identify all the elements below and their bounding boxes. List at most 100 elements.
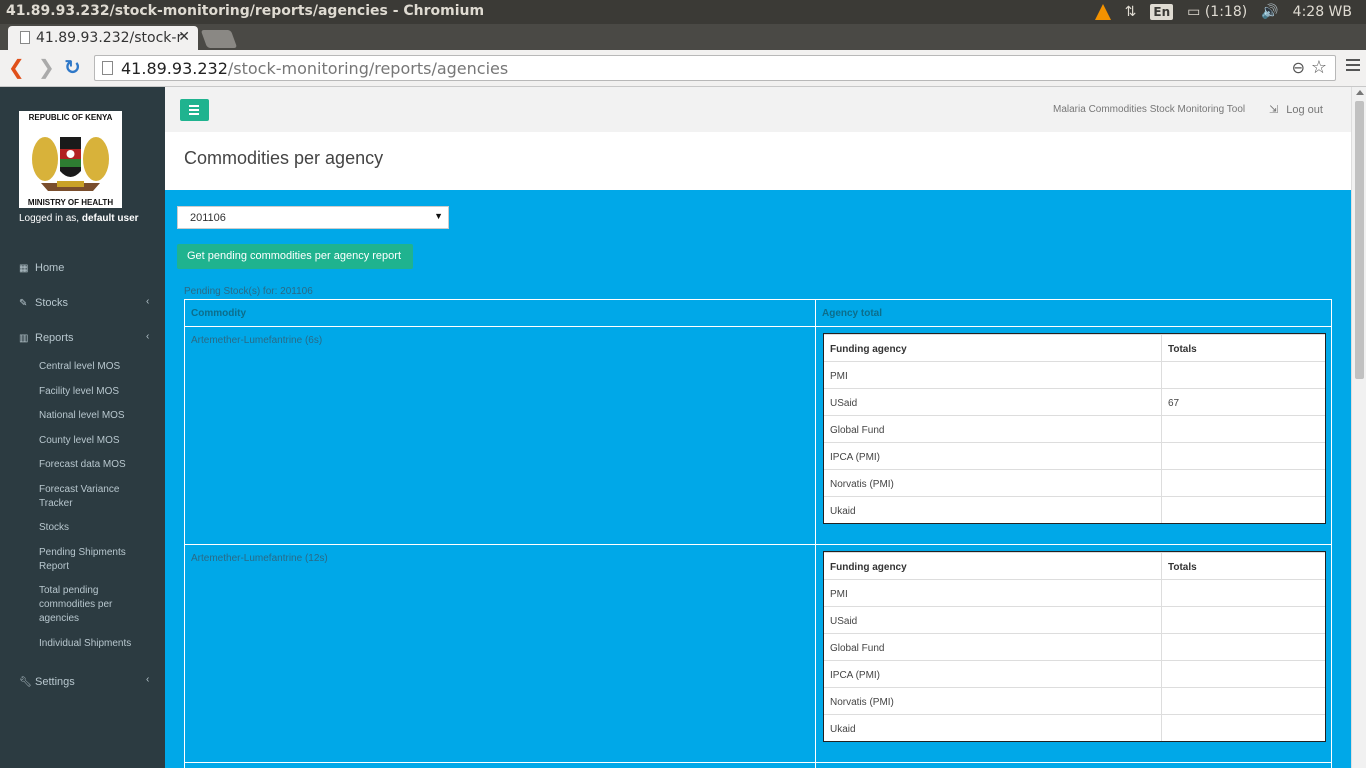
agency-row: Norvatis (PMI) (824, 687, 1325, 714)
address-bar[interactable]: 41.89.93.232/stock-monitoring/reports/ag… (94, 55, 1336, 81)
agency-row: IPCA (PMI) (824, 442, 1325, 469)
volume-icon[interactable]: 🔊 (1261, 4, 1278, 20)
period-select[interactable]: 201106 ▼ (177, 206, 449, 229)
sign-out-icon: ⇲ (1269, 104, 1279, 116)
forward-icon[interactable]: ❯ (38, 57, 55, 77)
sub-head-totals: Totals (1168, 344, 1197, 355)
logged-user: default user (81, 213, 139, 224)
agency-name: Norvatis (PMI) (830, 479, 894, 490)
new-tab-button[interactable] (200, 30, 238, 48)
sidebar-link-national-mos[interactable]: National level MOS (39, 409, 144, 423)
sidebar: REPUBLIC OF KENYA MINISTRY OF HEALTH Log… (0, 87, 165, 768)
logout-link[interactable]: ⇲ Log out (1269, 103, 1323, 116)
sidebar-link-central-mos[interactable]: Central level MOS (39, 360, 144, 374)
sidebar-link-forecast-mos[interactable]: Forecast data MOS (39, 458, 144, 472)
browser-tab[interactable]: 41.89.93.232/stock-r ✕ (8, 26, 198, 50)
dashboard-icon: ▦ (19, 263, 29, 274)
col-agency-total: Agency total (822, 308, 883, 319)
vlc-icon[interactable] (1094, 4, 1111, 20)
chevron-left-icon[interactable]: ‹ (146, 296, 149, 307)
agency-name: PMI (830, 371, 848, 382)
scroll-up-icon[interactable] (1356, 90, 1364, 95)
agency-row: Norvatis (PMI) (824, 469, 1325, 496)
back-icon[interactable]: ❮ (8, 57, 25, 77)
sidebar-item-settings[interactable]: 🔧︎ Settings (19, 676, 75, 688)
sidebar-item-label: Home (35, 262, 65, 274)
chevron-left-icon[interactable]: ‹ (146, 331, 149, 342)
reload-icon[interactable]: ↻ (64, 57, 81, 77)
sidebar-link-facility-mos[interactable]: Facility level MOS (39, 385, 144, 399)
sidebar-toggle-button[interactable] (180, 99, 209, 121)
period-value: 201106 (190, 212, 226, 224)
sidebar-link-pending-shipments[interactable]: Pending Shipments Report (39, 546, 144, 574)
url-path: /stock-monitoring/reports/agencies (227, 59, 509, 78)
sidebar-link-stocks[interactable]: Stocks (39, 521, 144, 535)
agency-name: USaid (830, 398, 858, 409)
sub-head-agency: Funding agency (830, 344, 907, 355)
page-scrollbar[interactable] (1351, 87, 1366, 768)
battery-icon: ▭ (1187, 4, 1201, 20)
logo-top-text: REPUBLIC OF KENYA (28, 113, 113, 122)
content-panel: 201106 ▼ Get pending commodities per age… (165, 190, 1351, 768)
sidebar-link-forecast-variance[interactable]: Forecast Variance Tracker (39, 483, 144, 511)
logout-label: Log out (1286, 104, 1323, 116)
page-icon (102, 61, 113, 75)
kenya-logo: REPUBLIC OF KENYA MINISTRY OF HEALTH (19, 111, 122, 208)
browser-toolbar: ❮ ❯ ↻ 41.89.93.232/stock-monitoring/repo… (0, 50, 1366, 87)
table-row: Artemether-Lumefantrine (12s) Funding ag… (185, 545, 1331, 763)
agency-subtable: Funding agency Totals PMI USaid 67 Global … (823, 333, 1326, 524)
agency-row: IPCA (PMI) (824, 660, 1325, 687)
col-commodity: Commodity (191, 308, 246, 319)
top-navbar: Malaria Commodities Stock Monitoring Too… (165, 87, 1351, 132)
close-icon[interactable]: ✕ (178, 29, 190, 45)
agency-name: PMI (830, 589, 848, 600)
bar-chart-icon: ▥ (19, 333, 29, 344)
sub-head-totals: Totals (1168, 562, 1197, 573)
os-title-bar: 41.89.93.232/stock-monitoring/reports/ag… (0, 0, 1366, 24)
sidebar-item-home[interactable]: ▦ Home (19, 262, 64, 274)
app-name: Malaria Commodities Stock Monitoring Too… (1053, 104, 1246, 115)
sidebar-item-label: Stocks (35, 297, 69, 309)
system-tray: ⇅ En ▭ (1:18) 🔊 4:28 WB (1094, 0, 1366, 24)
agency-name: USaid (830, 616, 858, 627)
battery-indicator[interactable]: ▭ (1:18) (1187, 4, 1247, 20)
sidebar-link-individual-shipments[interactable]: Individual Shipments (39, 637, 144, 651)
report-header-row: Commodity Agency total (185, 300, 1331, 327)
agency-row: PMI (824, 579, 1325, 606)
agency-row: Global Fund (824, 415, 1325, 442)
agency-name: Global Fund (830, 643, 885, 654)
sidebar-item-reports[interactable]: ▥ Reports (19, 332, 74, 344)
sidebar-link-county-mos[interactable]: County level MOS (39, 434, 144, 448)
logged-prefix: Logged in as, (19, 213, 80, 224)
window-title: 41.89.93.232/stock-monitoring/reports/ag… (6, 3, 485, 19)
main-area: Malaria Commodities Stock Monitoring Too… (165, 87, 1351, 768)
keyboard-indicator[interactable]: En (1150, 4, 1174, 20)
agency-row: Global Fund (824, 633, 1325, 660)
scrollbar-thumb[interactable] (1355, 101, 1364, 379)
subtable-header: Funding agency Totals (824, 552, 1325, 579)
sidebar-item-label: Reports (35, 332, 74, 344)
zoom-icon[interactable]: ⊖ (1292, 58, 1305, 77)
clock[interactable]: 4:28 WB (1293, 4, 1352, 20)
agency-name: Global Fund (830, 425, 885, 436)
page-icon (20, 31, 30, 44)
subtable-header: Funding agency Totals (824, 334, 1325, 361)
agency-total: 67 (1168, 398, 1180, 409)
sidebar-item-label: Settings (35, 676, 75, 688)
agency-row: PMI (824, 361, 1325, 388)
get-report-button[interactable]: Get pending commodities per agency repor… (177, 244, 413, 269)
network-icon[interactable]: ⇅ (1125, 4, 1137, 20)
coat-of-arms-icon (32, 137, 109, 191)
browser-menu-icon[interactable] (1346, 59, 1360, 74)
agency-name: Ukaid (830, 506, 856, 517)
url-host: 41.89.93.232 (121, 59, 228, 78)
sidebar-item-stocks[interactable]: ✎ Stocks (19, 297, 68, 309)
tab-strip: 41.89.93.232/stock-r ✕ (0, 24, 1366, 50)
chevron-left-icon[interactable]: ‹ (146, 674, 149, 685)
bookmark-star-icon[interactable]: ☆ (1311, 57, 1327, 78)
edit-icon: ✎ (19, 298, 28, 309)
tab-title: 41.89.93.232/stock-r (36, 30, 183, 46)
agency-name: Norvatis (PMI) (830, 697, 894, 708)
sidebar-link-pending-per-agency[interactable]: Total pending commodities per agencies (39, 584, 144, 626)
logged-in-text: Logged in as, default user (19, 213, 139, 224)
